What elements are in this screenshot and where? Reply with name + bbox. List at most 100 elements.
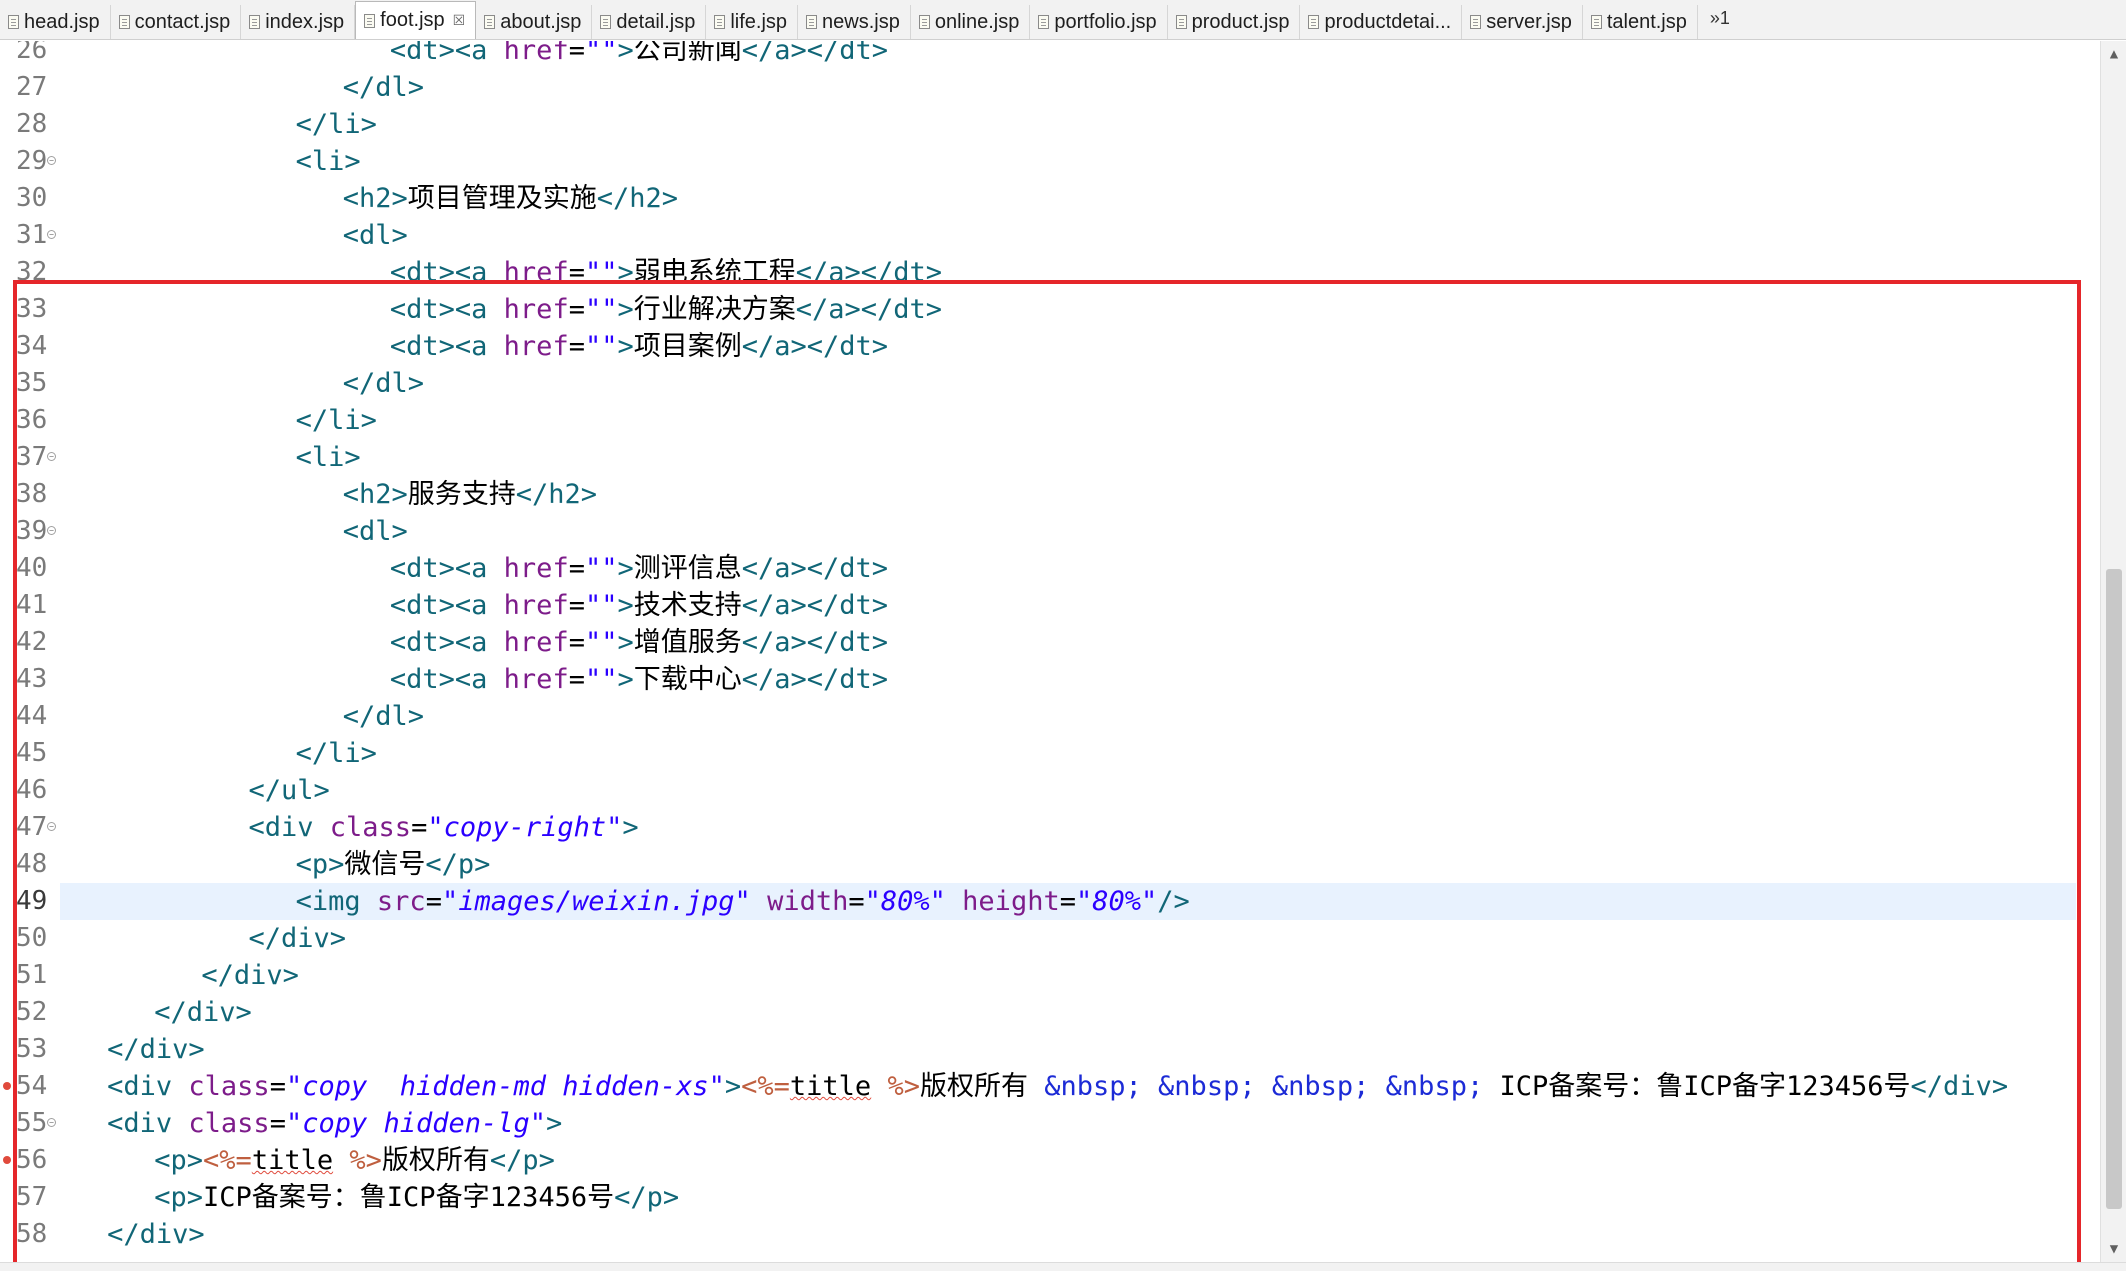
tab-head-jsp[interactable]: head.jsp xyxy=(0,5,111,39)
fold-toggle-icon[interactable]: − xyxy=(47,526,56,535)
code-line[interactable]: 48 <p>微信号</p> xyxy=(0,846,2100,883)
code-content: <img src="images/weixin.jpg" width="80%"… xyxy=(296,883,1190,920)
string-token: "" xyxy=(584,41,618,66)
line-number: 37 xyxy=(16,442,48,472)
fold-toggle-icon[interactable]: − xyxy=(47,156,56,165)
arrow-up-icon[interactable]: ▲ xyxy=(2107,47,2121,61)
code-line[interactable]: 26 <dt><a href="">公司新闻</a></dt> xyxy=(0,41,2100,69)
code-line[interactable]: 36 </li> xyxy=(0,402,2100,439)
code-text-area: </div> xyxy=(60,957,2076,994)
code-line[interactable]: 42 <dt><a href="">增值服务</a></dt> xyxy=(0,624,2100,661)
code-content: <li> xyxy=(296,143,361,180)
code-content: </li> xyxy=(296,402,377,439)
arrow-down-icon[interactable]: ▼ xyxy=(2107,1242,2121,1256)
vertical-scrollbar[interactable]: ▲ ▼ xyxy=(2100,41,2126,1262)
tab-product-jsp[interactable]: product.jsp xyxy=(1168,5,1301,39)
code-text-area: <dt><a href="">弱电系统工程</a></dt> xyxy=(60,254,2076,291)
code-text-area: </dl> xyxy=(60,365,2076,402)
html-tag-token: </h2> xyxy=(515,479,598,510)
code-line[interactable]: 47− <div class="copy-right"> xyxy=(0,809,2100,846)
line-number: 42 xyxy=(16,627,48,657)
html-tag-token: </div> xyxy=(154,997,252,1028)
code-line[interactable]: 30 <h2>项目管理及实施</h2> xyxy=(0,180,2100,217)
code-line[interactable]: 52 </div> xyxy=(0,994,2100,1031)
code-line[interactable]: 53 </div> xyxy=(0,1031,2100,1068)
jsp-delimiter-token: %> xyxy=(349,1145,382,1176)
html-tag-token: </a></dt> xyxy=(741,553,889,584)
attribute-token: href xyxy=(503,294,569,325)
code-line[interactable]: 32 <dt><a href="">弱电系统工程</a></dt> xyxy=(0,254,2100,291)
code-line[interactable]: 50 </div> xyxy=(0,920,2100,957)
tab-label: productdetai... xyxy=(1324,10,1452,33)
close-icon[interactable]: ☒ xyxy=(453,12,466,29)
tab-talent-jsp[interactable]: talent.jsp xyxy=(1583,5,1698,39)
code-line[interactable]: 34 <dt><a href="">项目案例</a></dt> xyxy=(0,328,2100,365)
code-line[interactable]: 54 <div class="copy hidden-md hidden-xs">… xyxy=(0,1068,2100,1105)
file-icon xyxy=(118,15,130,29)
line-number: 38 xyxy=(16,479,48,509)
tab-portfolio-jsp[interactable]: portfolio.jsp xyxy=(1030,5,1168,39)
fold-toggle-icon[interactable]: − xyxy=(47,452,56,461)
code-line[interactable]: 45 </li> xyxy=(0,735,2100,772)
code-line[interactable]: 37− <li> xyxy=(0,439,2100,476)
code-line[interactable]: 27 </dl> xyxy=(0,69,2100,106)
code-line[interactable]: 31− <dl> xyxy=(0,217,2100,254)
code-line[interactable]: 28 </li> xyxy=(0,106,2100,143)
code-line[interactable]: 46 </ul> xyxy=(0,772,2100,809)
html-tag-token: <div xyxy=(248,812,330,843)
code-line[interactable]: 40 <dt><a href="">测评信息</a></dt> xyxy=(0,550,2100,587)
tab-news-jsp[interactable]: news.jsp xyxy=(798,5,911,39)
horizontal-scrollbar[interactable] xyxy=(0,1262,2126,1271)
code-line[interactable]: 49 <img src="images/weixin.jpg" width="80… xyxy=(0,883,2100,920)
tab-server-jsp[interactable]: server.jsp xyxy=(1462,5,1583,39)
tab-detail-jsp[interactable]: detail.jsp xyxy=(592,5,707,39)
fold-toggle-icon[interactable]: − xyxy=(47,822,56,831)
tab-overflow-button[interactable]: »1 xyxy=(1698,8,1742,39)
tab-online-jsp[interactable]: online.jsp xyxy=(911,5,1031,39)
line-number: 27 xyxy=(16,72,48,102)
code-line[interactable]: 51 </div> xyxy=(0,957,2100,994)
tab-foot-jsp[interactable]: foot.jsp ☒ xyxy=(355,1,477,39)
tab-label: talent.jsp xyxy=(1606,10,1687,33)
code-line[interactable]: 58 </div> xyxy=(0,1216,2100,1253)
line-number: 46 xyxy=(16,775,48,805)
file-icon xyxy=(1175,15,1187,29)
attribute-token: class xyxy=(188,1108,270,1139)
attribute-token: href xyxy=(503,553,569,584)
code-line[interactable]: 29− <li> xyxy=(0,143,2100,180)
code-line[interactable]: 57 <p>ICP备案号：鲁ICP备字123456号</p> xyxy=(0,1179,2100,1216)
attribute-token: href xyxy=(503,41,569,66)
code-line[interactable]: 55− <div class="copy hidden-lg"> xyxy=(0,1105,2100,1142)
code-line[interactable]: 41 <dt><a href="">技术支持</a></dt> xyxy=(0,587,2100,624)
html-tag-token: </li> xyxy=(295,405,377,436)
html-tag-token: > xyxy=(617,294,634,325)
tab-label: contact.jsp xyxy=(134,10,231,33)
line-number: 35 xyxy=(16,368,48,398)
html-tag-token: </h2> xyxy=(596,183,679,214)
editor-tab-bar: head.jsp contact.jsp index.jsp foot.jsp ☒ abo… xyxy=(0,0,2126,40)
code-editor[interactable]: 26 <dt><a href="">公司新闻</a></dt> 27 </dl> 28 <… xyxy=(0,41,2100,1262)
tab-productdetai[interactable]: productdetai... xyxy=(1300,5,1463,39)
code-line[interactable]: 38 <h2>服务支持</h2> xyxy=(0,476,2100,513)
code-line[interactable]: 56 <p><%=title %>版权所有</p> xyxy=(0,1142,2100,1179)
html-tag-token: </a></dt> xyxy=(741,331,889,362)
text-token: ICP备案号：鲁ICP备字123456号 xyxy=(1483,1071,1911,1102)
tab-life-jsp[interactable]: life.jsp xyxy=(706,5,799,39)
tab-about-jsp[interactable]: about.jsp xyxy=(476,5,593,39)
tab-label: online.jsp xyxy=(934,10,1020,33)
fold-toggle-icon[interactable]: − xyxy=(47,1118,56,1127)
code-line[interactable]: 39− <dl> xyxy=(0,513,2100,550)
html-tag-token: <dt><a xyxy=(389,257,504,288)
fold-toggle-icon[interactable]: − xyxy=(47,230,56,239)
html-tag-token: </div> xyxy=(107,1219,205,1250)
code-content: <dt><a href="">下载中心</a></dt> xyxy=(390,661,888,698)
code-line[interactable]: 43 <dt><a href="">下载中心</a></dt> xyxy=(0,661,2100,698)
html-tag-token: </p> xyxy=(425,849,491,880)
tab-contact-jsp[interactable]: contact.jsp xyxy=(111,5,242,39)
scrollbar-thumb[interactable] xyxy=(2106,569,2122,1209)
code-line[interactable]: 33 <dt><a href="">行业解决方案</a></dt> xyxy=(0,291,2100,328)
tab-index-jsp[interactable]: index.jsp xyxy=(241,5,356,39)
code-line[interactable]: 35 </dl> xyxy=(0,365,2100,402)
code-line[interactable]: 44 </dl> xyxy=(0,698,2100,735)
